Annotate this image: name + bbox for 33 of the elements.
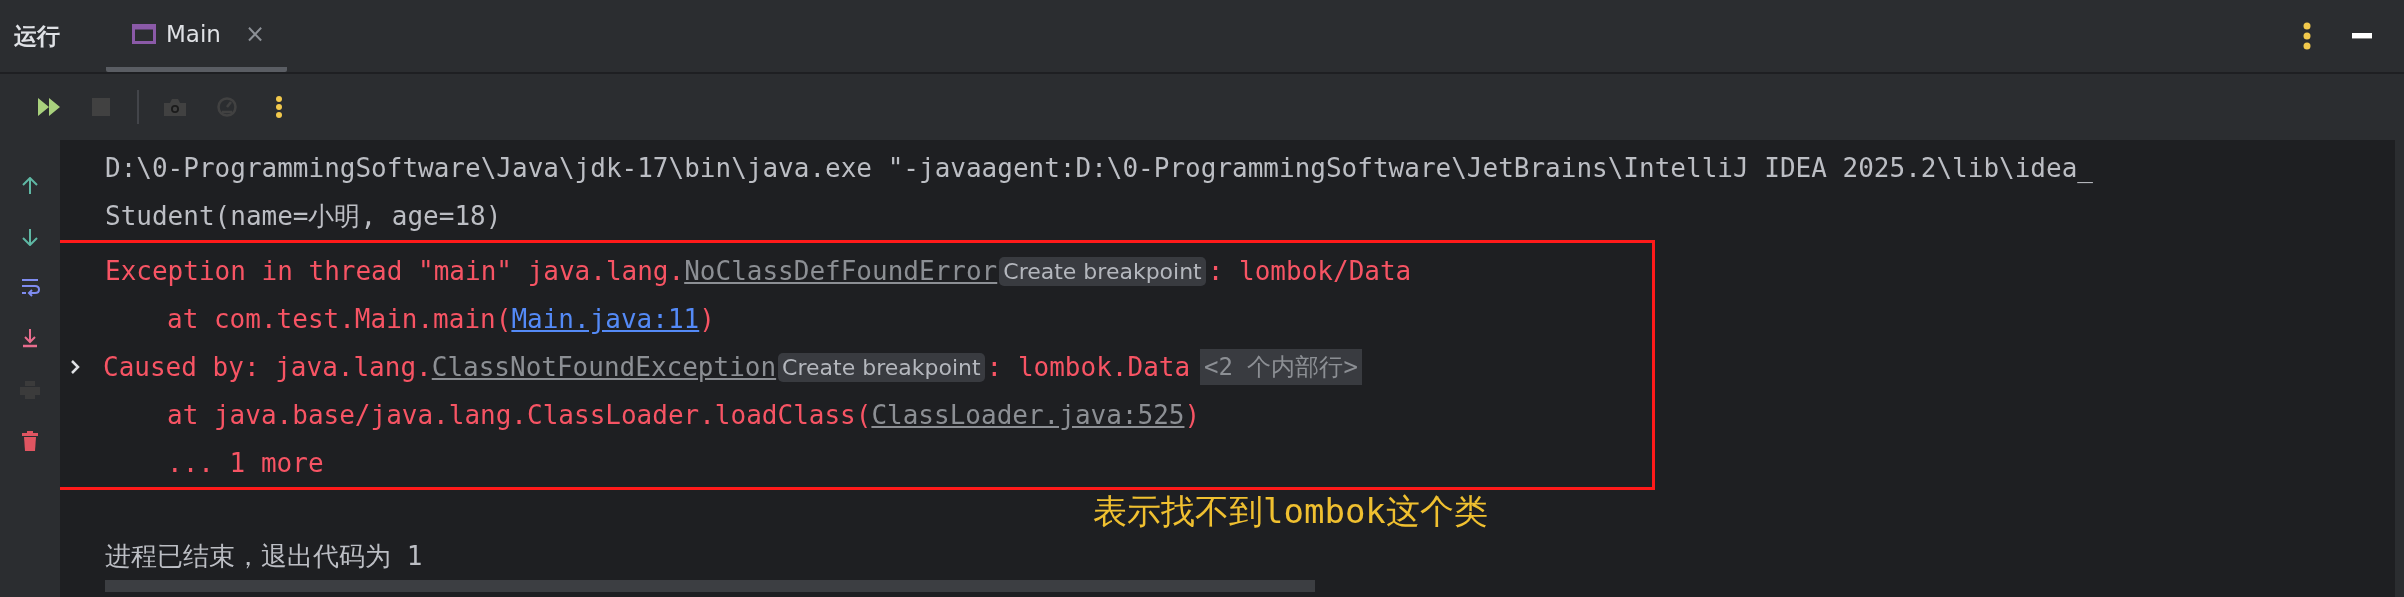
minimize-icon[interactable] bbox=[2352, 33, 2372, 39]
console-text: Exception in thread "main" java.lang. bbox=[105, 256, 685, 286]
console-text: ... 1 more bbox=[167, 448, 324, 478]
more-icon[interactable] bbox=[275, 96, 283, 118]
console-text: : lombok/Data bbox=[1207, 256, 1412, 286]
console-text: ) bbox=[1184, 400, 1201, 430]
console-text: : lombok.Data bbox=[986, 352, 1191, 382]
create-breakpoint-hint[interactable]: Create breakpoint bbox=[999, 256, 1206, 286]
scroll-to-end-icon[interactable] bbox=[21, 329, 39, 348]
console-text: at java.base/java.lang.ClassLoader.loadClass( bbox=[167, 400, 872, 430]
arrow-up-icon[interactable] bbox=[21, 176, 39, 195]
class-link[interactable]: ClassLoader.java:525 bbox=[871, 400, 1185, 430]
arrow-down-icon[interactable] bbox=[21, 227, 39, 246]
horizontal-scrollbar[interactable] bbox=[105, 580, 1315, 592]
folded-lines-badge[interactable]: <2 个内部行> bbox=[1200, 349, 1362, 385]
console-text: Student(name=小明, age=18) bbox=[105, 199, 502, 233]
console-text: ) bbox=[699, 304, 715, 334]
trash-icon[interactable] bbox=[22, 430, 38, 451]
exit-message: 进程已结束，退出代码为 1 bbox=[104, 539, 424, 573]
class-link[interactable]: NoClassDefFoundError bbox=[684, 256, 998, 286]
console-text: Caused by: java.lang. bbox=[103, 352, 432, 382]
console-text: at com.test.Main.main( bbox=[167, 304, 512, 334]
console-text: D:\0-ProgrammingSoftware\Java\jdk-17\bin\java.exe "-javaagent:D:\0-ProgrammingSoftware\JetBrains\IntelliJ IDEA 2025.2\lib\idea_ bbox=[105, 153, 2093, 183]
annotation-text: 表示找不到lombok这个类 bbox=[1093, 490, 1488, 532]
create-breakpoint-hint[interactable]: Create breakpoint bbox=[778, 352, 985, 382]
more-icon[interactable] bbox=[2302, 21, 2312, 51]
close-button[interactable]: × bbox=[244, 19, 265, 48]
class-link[interactable]: ClassNotFoundException bbox=[431, 352, 777, 382]
rerun-icon[interactable] bbox=[38, 98, 60, 116]
tool-window-title: 运行 bbox=[14, 21, 60, 51]
source-link[interactable]: Main.java:11 bbox=[511, 304, 700, 334]
window-icon bbox=[132, 23, 156, 44]
soft-wrap-icon[interactable] bbox=[20, 278, 40, 297]
